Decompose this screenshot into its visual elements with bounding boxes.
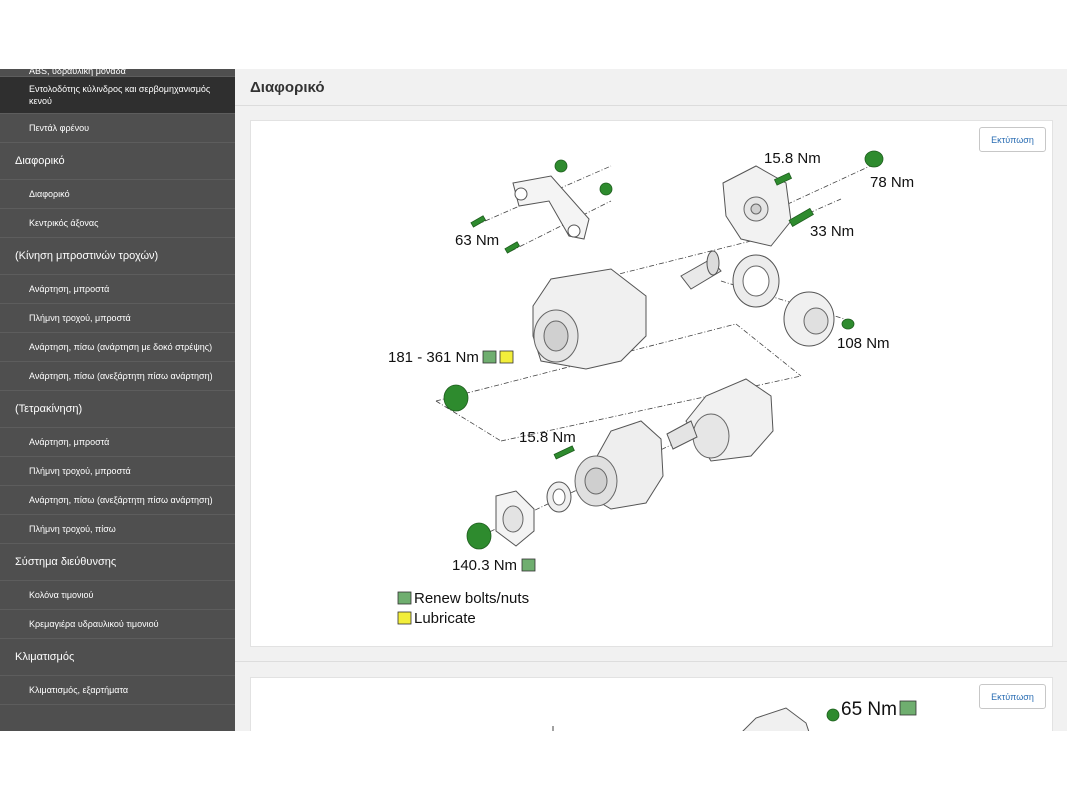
sidebar-item[interactable]: Εντολοδότης κύλινδρος και σερβομηχανισμό… xyxy=(0,77,235,114)
sidebar-item[interactable]: Ανάρτηση, μπροστά xyxy=(0,428,235,457)
sidebar-item-label: Ανάρτηση, πίσω (ανεξάρτητη πίσω ανάρτηση… xyxy=(29,371,213,381)
sidebar-section[interactable]: Κλιματισμός xyxy=(0,639,235,676)
main-content: Διαφορικό Εκτύπωση 15.8 Nm 78 Nm 33 Nm 6… xyxy=(235,69,1067,731)
sidebar-item-label: Πεντάλ φρένου xyxy=(29,123,90,133)
pinion-shaft xyxy=(680,250,722,290)
lubricate-marker xyxy=(499,350,514,364)
sidebar-item[interactable]: Κλιματισμός, εξαρτήματα xyxy=(0,676,235,705)
torque-label: 65 Nm xyxy=(841,699,897,720)
sidebar-item-label: Σύστημα διεύθυνσης xyxy=(15,556,117,568)
housing-fragment xyxy=(742,707,810,731)
ring-gear xyxy=(732,254,780,308)
sidebar-item-label: Εντολοδότης κύλινδρος και σερβομηχανισμό… xyxy=(29,84,211,106)
sidebar-item[interactable]: Ανάρτηση, μπροστά xyxy=(0,275,235,304)
sidebar-item-label: Κρεμαγιέρα υδραυλικού τιμονιού xyxy=(29,619,159,629)
sidebar: ABS, υδραυλική μονάδα Εντολοδότης κύλινδρ… xyxy=(0,69,235,731)
sidebar-item-label: Πλήμνη τροχού, πίσω xyxy=(29,524,116,534)
legend-lubricate-swatch xyxy=(397,611,412,625)
torque-label: 181 - 361 Nm xyxy=(388,349,479,366)
differential-case xyxy=(783,291,835,347)
differential-exploded-diagram: 15.8 Nm 78 Nm 33 Nm 63 Nm 181 - 361 Nm 1… xyxy=(388,150,914,627)
torque-label: 15.8 Nm xyxy=(519,429,576,446)
sidebar-item-label: Πλήμνη τροχού, μπροστά xyxy=(29,313,131,323)
sidebar-item-label: (Τετρακίνηση) xyxy=(15,403,83,415)
torque-label: 33 Nm xyxy=(810,223,854,240)
sidebar-item[interactable]: Ανάρτηση, πίσω (ανεξάρτητη πίσω ανάρτηση… xyxy=(0,362,235,391)
app-frame: ABS, υδραυλική μονάδα Εντολοδότης κύλινδρ… xyxy=(0,69,1067,731)
second-diagram: 65 Nm xyxy=(552,699,917,731)
sidebar-item-label: Κεντρικός άξονας xyxy=(29,218,99,228)
sidebar-item[interactable]: Πλήμνη τροχού, μπροστά xyxy=(0,457,235,486)
sidebar-item-label: Διαφορικό xyxy=(29,189,70,199)
sidebar-section[interactable]: (Κίνηση μπροστινών τροχών) xyxy=(0,238,235,275)
bolt-icon xyxy=(443,150,884,550)
sidebar-item[interactable]: Πλήμνη τροχού, μπροστά xyxy=(0,304,235,333)
torque-label: 63 Nm xyxy=(455,232,499,249)
torque-labels: 15.8 Nm 78 Nm 33 Nm 63 Nm 181 - 361 Nm 1… xyxy=(388,150,914,574)
bolt-icon xyxy=(826,708,840,722)
sidebar-section[interactable]: Σύστημα διεύθυνσης xyxy=(0,544,235,581)
card-separator xyxy=(235,661,1067,662)
sidebar-item[interactable]: Κεντρικός άξονας xyxy=(0,209,235,238)
legend-renew-swatch xyxy=(397,591,412,605)
page-header: Διαφορικό xyxy=(235,69,1067,106)
sidebar-item-label: Κλιματισμός, εξαρτήματα xyxy=(29,685,129,695)
sidebar-item-label: Διαφορικό xyxy=(15,155,65,167)
renew-marker xyxy=(521,558,536,572)
diagram-card: Εκτύπωση 15.8 Nm 78 Nm 33 Nm 63 Nm 181 -… xyxy=(250,120,1053,647)
torque-label: 78 Nm xyxy=(870,174,914,191)
sidebar-item[interactable]: Πεντάλ φρένου xyxy=(0,114,235,143)
differential-housing xyxy=(532,268,647,370)
page-title: Διαφορικό xyxy=(250,79,325,96)
renew-marker xyxy=(899,700,917,716)
torque-label: 108 Nm xyxy=(837,335,890,352)
renew-marker xyxy=(482,350,497,364)
sidebar-item-label: Ανάρτηση, μπροστά xyxy=(29,437,110,447)
sidebar-item-label: ABS, υδραυλική μονάδα xyxy=(29,69,126,76)
sidebar-item[interactable]: Κολόνα τιμονιού xyxy=(0,581,235,610)
sidebar-item-label: (Κίνηση μπροστινών τροχών) xyxy=(15,250,159,262)
flange-parts xyxy=(495,481,572,547)
sidebar-item[interactable]: Ανάρτηση, πίσω (ανάρτηση με δοκό στρέψης… xyxy=(0,333,235,362)
sidebar-item[interactable]: ABS, υδραυλική μονάδα xyxy=(0,69,235,77)
sidebar-item[interactable]: Κρεμαγιέρα υδραυλικού τιμονιού xyxy=(0,610,235,639)
legend: Renew bolts/nuts Lubricate xyxy=(397,590,529,627)
sidebar-item[interactable]: Διαφορικό xyxy=(0,180,235,209)
sidebar-section[interactable]: Διαφορικό xyxy=(0,143,235,180)
sidebar-item-label: Ανάρτηση, πίσω (ανεξάρτητη πίσω ανάρτηση… xyxy=(29,495,213,505)
torque-label: 15.8 Nm xyxy=(764,150,821,167)
sidebar-item-label: Πλήμνη τροχού, μπροστά xyxy=(29,466,131,476)
sidebar-item-label: Ανάρτηση, μπροστά xyxy=(29,284,110,294)
sidebar-item[interactable]: Ανάρτηση, πίσω (ανεξάρτητη πίσω ανάρτηση… xyxy=(0,486,235,515)
bracket xyxy=(512,175,590,240)
boot-assembly xyxy=(666,378,774,462)
sidebar-item-label: Κολόνα τιμονιού xyxy=(29,590,94,600)
legend-lubricate-label: Lubricate xyxy=(414,610,476,627)
diagram-card: Εκτύπωση 65 Nm xyxy=(250,677,1053,731)
sidebar-item-label: Ανάρτηση, πίσω (ανάρτηση με δοκό στρέψης… xyxy=(29,342,213,352)
sidebar-section[interactable]: (Τετρακίνηση) xyxy=(0,391,235,428)
sidebar-item-label: Κλιματισμός xyxy=(15,651,75,663)
legend-renew-label: Renew bolts/nuts xyxy=(414,590,529,607)
sidebar-item[interactable]: Πλήμνη τροχού, πίσω xyxy=(0,515,235,544)
gear-housing xyxy=(574,420,664,510)
torque-label: 140.3 Nm xyxy=(452,557,517,574)
